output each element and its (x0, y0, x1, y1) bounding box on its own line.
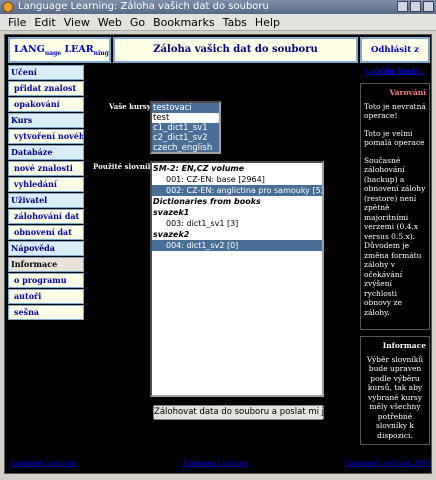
nav-item[interactable]: opakování (8, 97, 84, 112)
nav-item[interactable]: vytvoření nového (8, 129, 84, 144)
left-nav: Učení přidat znalost opakování Kurs vytvořen… (8, 65, 84, 321)
nav-item[interactable]: nové znalosti (8, 161, 84, 176)
logout-link[interactable]: Odhlásit z účtu test (360, 37, 430, 77)
courses-listbox[interactable]: testovaci test c1_dict1_sv1 c2_dict1_sv2 cze… (150, 101, 221, 154)
maximize-button[interactable] (410, 1, 421, 12)
nav-item[interactable]: Uživatel (8, 193, 84, 208)
minimize-button[interactable] (397, 1, 408, 12)
page-content: LANGuage LEARning Záloha vašich dat do s… (4, 34, 432, 474)
info-box: Informace Výběr slovníků bude upraven po… (360, 336, 430, 445)
nav-item[interactable]: vyhledání (8, 177, 84, 192)
nav-item[interactable]: autoři (8, 289, 84, 304)
menu-go[interactable]: Go (126, 14, 149, 30)
menu-bar: File Edit View Web Go Bookmarks Tabs Hel… (0, 14, 436, 31)
info-text: Výběr slovníků bude upraven podle výběru… (366, 354, 424, 440)
nav-item[interactable]: Nápověda (8, 241, 84, 256)
dictionary-option[interactable]: 001: CZ-EN: base [2964] (152, 174, 322, 185)
footer-link-center[interactable]: Language Learning (183, 459, 247, 467)
logo-sub-ning: ning (93, 49, 109, 57)
logo-sub-uage: uage (44, 49, 62, 57)
logo-part-lear: LEAR (64, 44, 94, 55)
warning-title: Varování (389, 88, 426, 97)
course-option[interactable]: test (152, 113, 219, 123)
dictionary-group-label: svazek2 (153, 230, 190, 239)
dictionary-option[interactable]: 003: dict1_sv1 [3] (152, 218, 322, 229)
nav-item[interactable]: obnovení dat (8, 225, 84, 240)
menu-tabs[interactable]: Tabs (219, 14, 251, 30)
course-option[interactable]: testovaci (152, 103, 219, 113)
dictionaries-listbox[interactable]: SM-2: EN,CZ volume 001: CZ-EN: base [2964… (150, 161, 324, 397)
footer-link-left[interactable]: Language Learning (11, 459, 75, 467)
nav-item[interactable]: Databáze (8, 145, 84, 160)
menu-web[interactable]: Web (94, 14, 126, 30)
menu-edit[interactable]: Edit (30, 14, 59, 30)
course-option[interactable]: c2_dict1_sv2 (152, 133, 219, 143)
home-link[interactable]: Language Learning (360, 65, 430, 79)
window-title: Language Learning: Záloha vašich dat do … (18, 1, 269, 12)
dictionary-group-label: Dictionaries from books (153, 197, 261, 206)
dictionary-group-label: SM-2: EN,CZ volume (153, 164, 245, 173)
nav-item[interactable]: zálohování dat (8, 209, 84, 224)
close-button[interactable] (423, 1, 434, 12)
warning-text-1: Toto je nevratná operace! (364, 101, 426, 121)
courses-label: Vaše kursy: (109, 102, 154, 111)
nav-item: Informace (8, 257, 84, 272)
app-logo[interactable]: LANGuage LEARning (8, 37, 111, 63)
info-title: Informace (382, 341, 426, 350)
warning-box: Varování Toto je nevratná operace! Toto … (360, 83, 430, 330)
backup-submit-button[interactable]: Zálohovat data do souboru a poslat mi je… (153, 405, 332, 420)
warning-text-3: Současné zálohování (backup) a obnovení … (364, 155, 426, 317)
nav-item[interactable]: sešna (8, 305, 84, 320)
logo-part-lang: LANG (14, 44, 45, 55)
warning-text-2: Toto je velmi pomalá operace (364, 128, 425, 148)
nav-item[interactable]: Učení (8, 65, 84, 80)
course-option[interactable]: c1_dict1_sv1 (152, 123, 219, 133)
page-footer: Language Learning Language Learning Lang… (5, 457, 431, 471)
dictionary-option[interactable]: 004: dict1_sv2 [0] (152, 240, 322, 251)
menu-view[interactable]: View (60, 14, 94, 30)
nav-item[interactable]: Kurs (8, 113, 84, 128)
page-title: Záloha vašich dat do souboru (113, 37, 358, 63)
dictionary-group-label: svazek1 (153, 208, 190, 217)
right-sidebar: Language Learning Varování Toto je nevra… (360, 65, 430, 445)
window-titlebar: Language Learning: Záloha vašich dat do … (0, 0, 436, 14)
menu-bookmarks[interactable]: Bookmarks (149, 14, 218, 30)
app-icon (2, 1, 14, 13)
dictionary-option[interactable]: 002: CZ-EN: anglictina pro samouky [524] (152, 185, 322, 196)
menu-file[interactable]: File (4, 14, 30, 30)
nav-item[interactable]: přidat znalost (8, 81, 84, 96)
footer-link-right[interactable]: Language Learning, 2004 (345, 459, 430, 467)
backup-form: Vaše kursy: testovaci test c1_dict1_sv1 c2_… (87, 65, 357, 427)
nav-item[interactable]: o programu (8, 273, 84, 288)
course-option[interactable]: czech_english (152, 143, 219, 152)
menu-help[interactable]: Help (251, 14, 284, 30)
